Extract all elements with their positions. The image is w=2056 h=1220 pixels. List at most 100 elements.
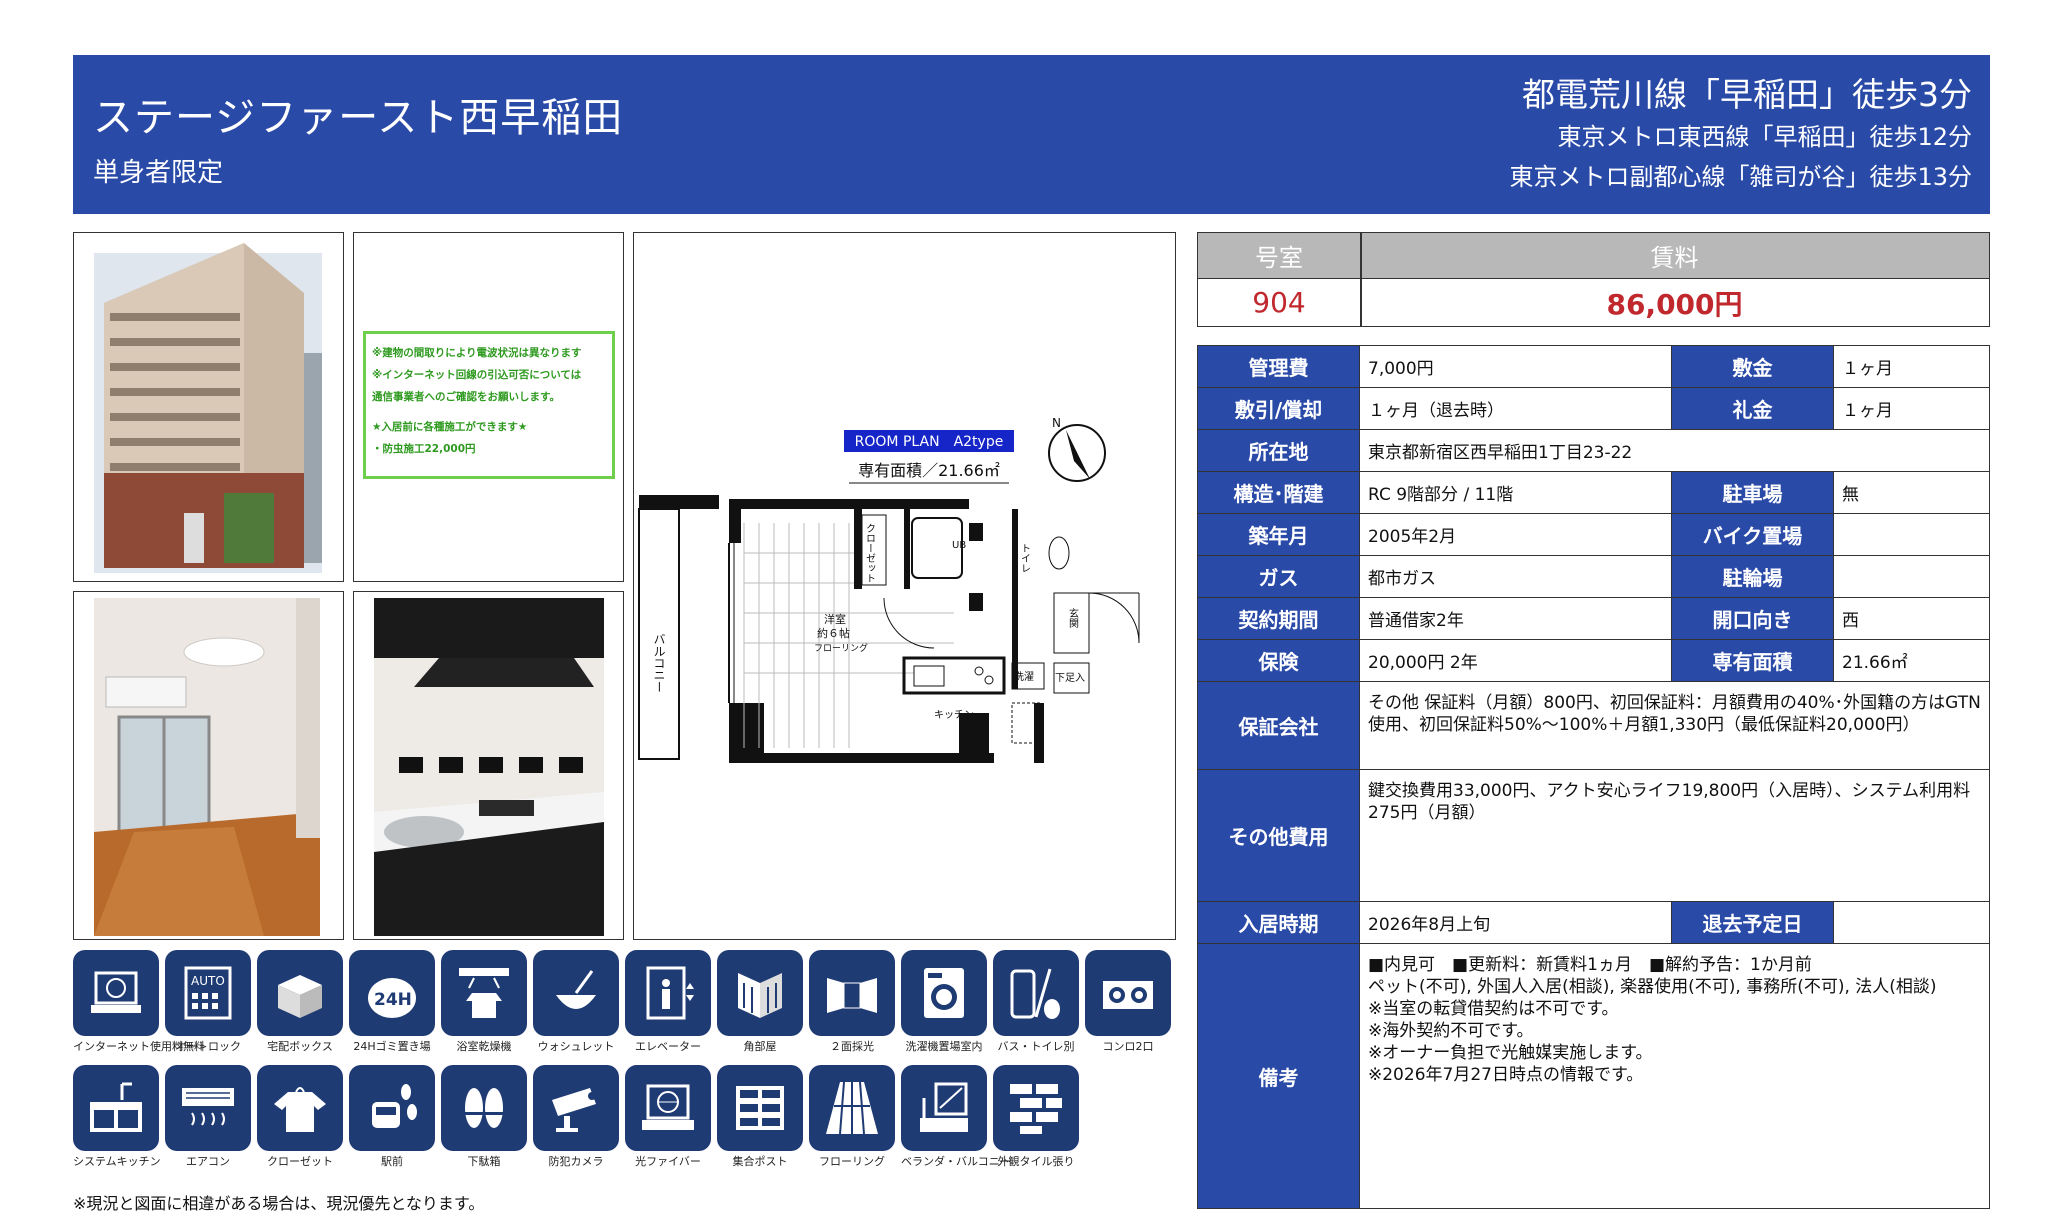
bath-dryer-icon — [441, 950, 527, 1036]
row-label: 開口向き — [1672, 598, 1834, 639]
row-value: 20,000円 2年 — [1360, 640, 1672, 681]
row-value: １ヶ月 — [1842, 401, 1893, 421]
tile-exterior-icon — [993, 1065, 1079, 1151]
amenity-label: バス・トイレ別 — [997, 1040, 1075, 1053]
shoe-rack-icon — [441, 1065, 527, 1151]
amenity-item: ベランダ・バルコニー — [901, 1065, 1011, 1168]
amenity-label: オートロック — [175, 1040, 241, 1053]
amenity-item: エレベーター — [625, 950, 711, 1053]
row-label: 駐車場 — [1672, 472, 1834, 513]
table-row: 敷引/償却 １ヶ月（退去時） 礼金 １ヶ月 — [1198, 388, 1989, 430]
row-label: その他費用 — [1198, 770, 1360, 901]
notice-line: ・防虫施工22,000円 — [372, 443, 476, 455]
balcony-icon — [901, 1065, 987, 1151]
corner-room-icon — [717, 950, 803, 1036]
amenity-label: 下駄箱 — [467, 1155, 501, 1168]
kitchen-photo[interactable] — [353, 591, 624, 940]
svg-text:AUTO: AUTO — [191, 974, 225, 988]
flooring-icon — [809, 1065, 895, 1151]
closet-icon — [257, 1065, 343, 1151]
notice-line: 通信事業者へのご確認をお願いします。 — [372, 391, 560, 403]
row-label: 備考 — [1198, 944, 1360, 1208]
property-info-table: 管理費 7,000円 敷金 １ヶ月 敷引/償却 １ヶ月（退去時） 礼金 １ヶ月 … — [1197, 345, 1990, 1209]
amenity-label: エアコン — [186, 1155, 230, 1168]
page-title: ステージファースト西早稲田 — [93, 95, 624, 141]
shoebox-label: 下足入 — [1055, 672, 1085, 684]
amenity-item: クローゼット — [257, 1065, 343, 1168]
system-kitchen-icon — [73, 1065, 159, 1151]
amenity-item: 洗濯機置場室内 — [901, 950, 987, 1053]
amenity-label: 光ファイバー — [635, 1155, 701, 1168]
amenity-label: 洗濯機置場室内 — [905, 1040, 983, 1053]
remarks-line: ペット(不可), 外国人入居(相談), 楽器使用(不可), 事務所(不可), 法… — [1368, 977, 1937, 997]
delivery-box-icon — [257, 950, 343, 1036]
compass-icon: N — [1052, 416, 1061, 430]
internet-icon — [73, 950, 159, 1036]
row-value — [1834, 902, 1989, 943]
amenity-item: フローリング — [809, 1065, 895, 1168]
amenity-label: インターネット使用料無料 — [73, 1040, 205, 1053]
amenity-item: コンロ2口 — [1085, 950, 1171, 1053]
row-value: 都市ガス — [1360, 556, 1672, 597]
amenity-item: ２面採光 — [809, 950, 895, 1053]
amenity-label: 24Hゴミ置き場 — [353, 1040, 431, 1053]
row-value: RC 9階部分 / 11階 — [1360, 472, 1672, 513]
row-label: 管理費 — [1198, 346, 1360, 387]
amenity-item: 24H 24Hゴミ置き場 — [349, 950, 435, 1053]
amenity-label: 集合ポスト — [732, 1155, 788, 1168]
room-photo[interactable] — [73, 591, 344, 940]
floor-plan[interactable]: ROOM PLAN A2type 専有面積／21.66㎡ N バルコニー 洋室 … — [633, 232, 1176, 940]
amenity-label: 駅前 — [381, 1155, 403, 1168]
footnote: ※現況と図面に相違がある場合は、現況優先となります。 — [73, 1194, 485, 1213]
amenity-label: 角部屋 — [743, 1040, 777, 1053]
room-number-header: 号室 — [1198, 233, 1360, 279]
fiber-optic-icon — [625, 1065, 711, 1151]
amenity-item: 下駄箱 — [441, 1065, 527, 1168]
notice-line: ※インターネット回線の引込可否については — [372, 369, 582, 381]
amenity-item: 集合ポスト — [717, 1065, 803, 1168]
plan-area: 専有面積／21.66㎡ — [858, 461, 1000, 480]
notice-line — [372, 408, 606, 416]
remarks-line: ※当室の転貸借契約は不可です。 — [1368, 999, 1619, 1019]
amenity-item: 駅前 — [349, 1065, 435, 1168]
autolock-icon: AUTO — [165, 950, 251, 1036]
room-size-label: 約６帖 — [817, 626, 850, 640]
amenity-label: クローゼット — [267, 1155, 333, 1168]
table-row: その他費用 鍵交換費用33,000円、アクト安心ライフ19,800円（入居時）、… — [1198, 770, 1989, 902]
amenity-label: コンロ2口 — [1102, 1040, 1154, 1053]
row-label: 駐輪場 — [1672, 556, 1834, 597]
kitchen-label: キッチン — [934, 709, 974, 721]
row-label: 入居時期 — [1198, 902, 1360, 943]
table-row: 構造･階建 RC 9階部分 / 11階 駐車場 無 — [1198, 472, 1989, 514]
row-label: 退去予定日 — [1672, 902, 1834, 943]
flooring-label: フローリング — [814, 642, 868, 654]
building-photo[interactable] — [73, 232, 344, 582]
washer-label: 洗濯 — [1014, 671, 1034, 683]
row-label: 敷金 — [1672, 346, 1834, 387]
row-value: 2026年8月上旬 — [1360, 902, 1672, 943]
rent-header: 賃料 — [1360, 233, 1989, 279]
two-side-light-icon — [809, 950, 895, 1036]
notice-line: ※建物の間取りにより電波状況は異なります — [372, 347, 582, 359]
amenity-label: フローリング — [819, 1155, 885, 1168]
row-value: 東京都新宿区西早稲田1丁目23-22 — [1368, 443, 1633, 463]
toilet-label: トイレ — [1019, 543, 1031, 573]
row-label: 敷引/償却 — [1198, 388, 1360, 429]
table-row: 入居時期 2026年8月上旬 退去予定日 — [1198, 902, 1989, 944]
access-line: 東京メトロ副都心線「雑司が谷」徒歩13分 — [1509, 163, 1972, 191]
row-value: １ヶ月 — [1842, 359, 1893, 379]
remarks: ■内見可 ■更新料：新賃料1ヵ月 ■解約予告：1か月前 ペット(不可), 外国人… — [1360, 944, 1989, 1208]
row-value: 西 — [1842, 611, 1859, 631]
row-value: 普通借家2年 — [1360, 598, 1672, 639]
plan-badge: ROOM PLAN A2type — [855, 434, 1004, 450]
security-camera-icon — [533, 1065, 619, 1151]
amenity-label: ２面採光 — [830, 1040, 874, 1053]
row-label: 礼金 — [1672, 388, 1834, 429]
elevator-icon — [625, 950, 711, 1036]
rent-value: 86,000円 — [1606, 287, 1743, 321]
air-conditioner-icon — [165, 1065, 251, 1151]
row-label: バイク置場 — [1672, 514, 1834, 555]
row-label: 構造･階建 — [1198, 472, 1360, 513]
amenity-item: システムキッチン — [73, 1065, 161, 1168]
amenity-label: 外観タイル張り — [997, 1155, 1075, 1168]
